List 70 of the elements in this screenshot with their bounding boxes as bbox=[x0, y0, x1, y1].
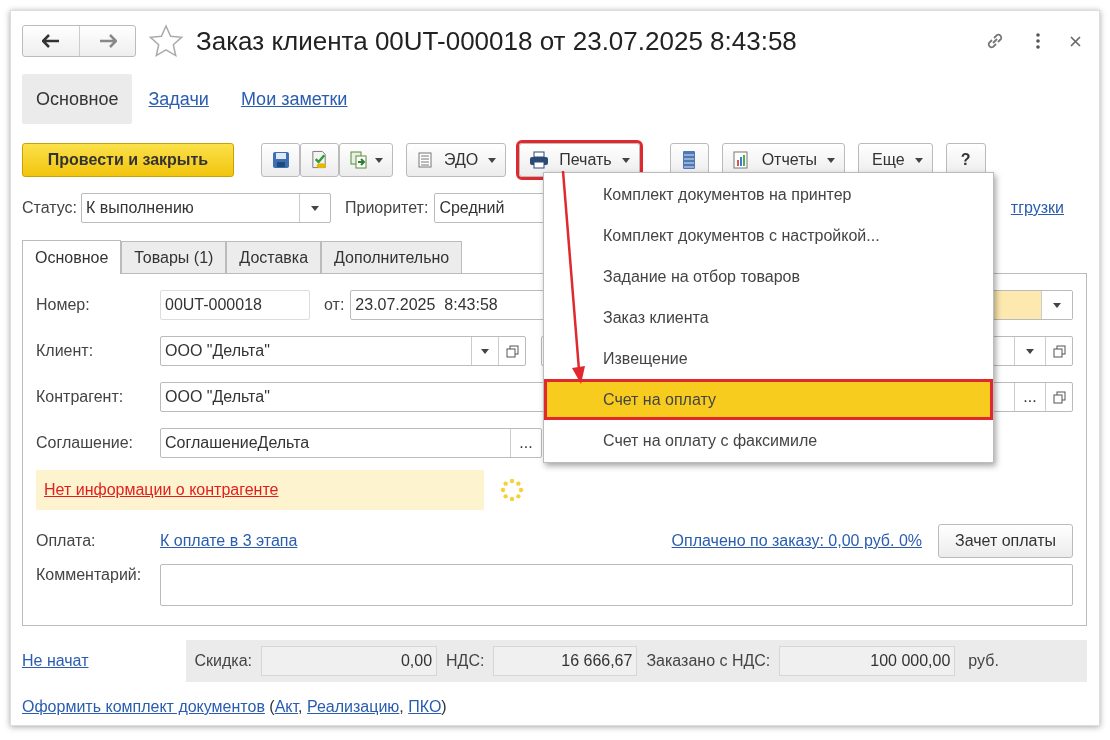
document-link[interactable]: Реализацию bbox=[307, 698, 400, 715]
section-tab[interactable]: Задачи bbox=[132, 74, 225, 124]
star-icon[interactable] bbox=[148, 24, 184, 58]
total-field: 16 666,67 bbox=[493, 646, 638, 676]
caret-icon bbox=[827, 157, 835, 163]
copy-icon bbox=[1052, 390, 1066, 404]
priority-label: Приоритет: bbox=[345, 199, 429, 217]
number-label: Номер: bbox=[36, 296, 91, 314]
agreement-label: Соглашение: bbox=[36, 434, 135, 452]
state-link[interactable]: Не начат bbox=[22, 652, 89, 670]
paid-amount-link[interactable]: Оплачено по заказу: 0,00 руб. 0% bbox=[671, 532, 923, 550]
status-label: Статус: bbox=[22, 199, 78, 217]
shipment-link[interactable]: тгрузки bbox=[1010, 199, 1064, 217]
agreement-field[interactable]: СоглашениеДельта ... bbox=[160, 428, 542, 458]
document-stack-icon bbox=[416, 151, 434, 169]
create-menu-button[interactable] bbox=[339, 143, 393, 177]
total-field: 0,00 bbox=[261, 646, 438, 676]
dropdown-icon bbox=[481, 348, 489, 354]
payment-terms-link[interactable]: К оплате в 3 этапа bbox=[160, 532, 298, 550]
document-set-text: Оформить комплект документов (Акт, Реализацию, ПКО) bbox=[22, 698, 448, 716]
caret-icon bbox=[488, 157, 497, 163]
menu-item[interactable]: Счет на оплату с факсимиле bbox=[544, 420, 993, 461]
documents-arrow-icon bbox=[349, 150, 369, 170]
form-tab[interactable]: Товары (1) bbox=[121, 241, 227, 273]
more-icon[interactable] bbox=[1036, 33, 1040, 49]
warning-link[interactable]: Нет информации о контрагенте bbox=[36, 470, 484, 510]
menu-button[interactable]: ЭДО bbox=[406, 143, 507, 177]
loading-icon bbox=[500, 478, 524, 502]
post-and-close-button[interactable]: Провести и закрыть bbox=[22, 143, 234, 177]
currency-label: руб. bbox=[968, 652, 999, 670]
caret-icon bbox=[375, 157, 383, 163]
dropdown-icon bbox=[1053, 302, 1061, 308]
total-label: Заказано с НДС: bbox=[646, 652, 771, 670]
payment-offset-button[interactable]: Зачет оплаты bbox=[938, 524, 1073, 558]
payment-label: Оплата: bbox=[36, 532, 97, 550]
copy-icon bbox=[1052, 344, 1066, 358]
toolbar-icon-button[interactable] bbox=[261, 143, 300, 177]
back-arrow-icon bbox=[42, 34, 60, 48]
caret-icon bbox=[621, 157, 630, 163]
client-field[interactable]: ООО "Дельта" bbox=[160, 336, 526, 366]
form-tab[interactable]: Доставка bbox=[226, 241, 322, 273]
close-icon[interactable] bbox=[1070, 35, 1081, 47]
comment-field[interactable] bbox=[160, 564, 1073, 606]
section-tab[interactable]: Основное bbox=[22, 74, 133, 124]
caret-icon bbox=[914, 157, 923, 163]
window-title: Заказ клиента 00UT-000018 от 23.07.2025 8:43:58 bbox=[196, 25, 797, 57]
document-check-icon bbox=[310, 150, 329, 170]
number-field[interactable]: 00UT-000018 bbox=[160, 290, 310, 320]
total-field: 100 000,00 bbox=[779, 646, 956, 676]
dropdown-icon bbox=[311, 205, 320, 211]
copy-icon bbox=[505, 344, 519, 358]
list-icon bbox=[682, 150, 697, 170]
total-label: НДС: bbox=[446, 652, 485, 670]
counterparty-label: Контрагент: bbox=[36, 388, 125, 406]
menu-item[interactable]: Извещение bbox=[544, 338, 993, 379]
form-tab[interactable]: Дополнительно bbox=[321, 241, 463, 273]
menu-item[interactable]: Счет на оплату bbox=[544, 379, 993, 420]
forward-arrow-icon bbox=[98, 34, 117, 48]
client-label: Клиент: bbox=[36, 342, 95, 360]
menu-button[interactable]: Печать bbox=[519, 143, 640, 177]
status-field[interactable]: К выполнению bbox=[81, 193, 332, 223]
document-set-link[interactable]: Оформить комплект документов bbox=[22, 698, 265, 715]
section-tab[interactable]: Мои заметки bbox=[224, 74, 364, 124]
date-label: от: bbox=[324, 296, 345, 314]
printer-icon bbox=[529, 151, 550, 169]
dropdown-icon bbox=[1026, 348, 1034, 354]
form-tab[interactable]: Основное bbox=[22, 240, 122, 274]
comment-label: Комментарий: bbox=[36, 566, 143, 584]
total-label: Скидка: bbox=[194, 652, 253, 670]
document-link[interactable]: Акт bbox=[274, 698, 299, 715]
